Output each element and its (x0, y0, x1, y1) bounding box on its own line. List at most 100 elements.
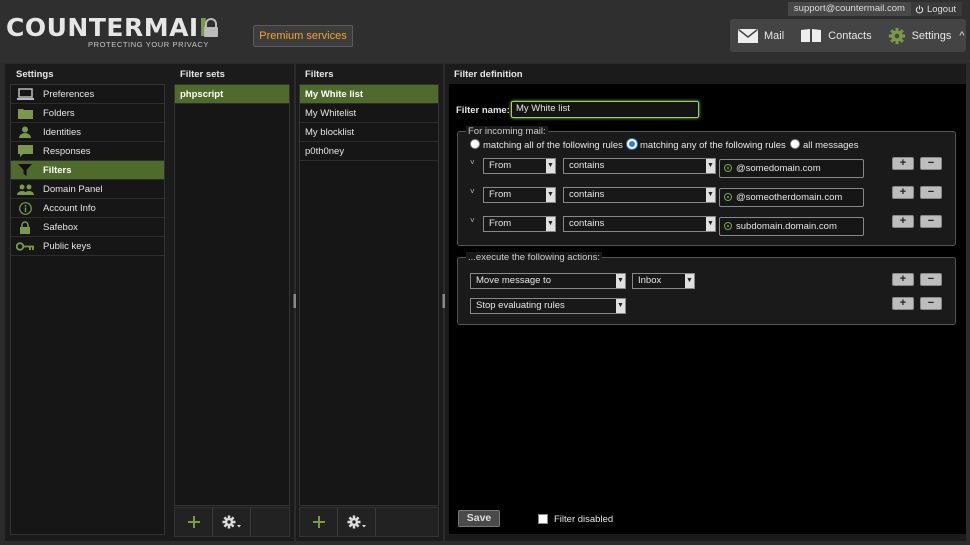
rule-value-input[interactable]: subdomain.domain.com (719, 217, 864, 236)
main-nav: Mail Contacts Settings ^ (730, 19, 966, 52)
action-value: Stop evaluating rules (476, 300, 565, 311)
plus-icon (187, 516, 200, 528)
filter-item[interactable]: My Whitelist (300, 104, 438, 123)
rule-operator-select[interactable]: contains ▼ (563, 187, 716, 203)
remove-action-button[interactable]: − (920, 297, 942, 310)
incoming-mail-legend: For incoming mail: (466, 126, 548, 137)
settings-item-domain-panel[interactable]: Domain Panel (11, 180, 164, 199)
add-filter-set-button[interactable] (175, 508, 213, 536)
rule-operator-select[interactable]: contains ▼ (563, 158, 716, 174)
remove-rule-button[interactable]: − (920, 215, 942, 228)
settings-item-identities[interactable]: Identities (11, 123, 164, 142)
settings-item-label: Safebox (43, 221, 78, 233)
rule-value-input[interactable]: @someotherdomain.com (719, 188, 864, 207)
filter-sets-list: phpscript (174, 84, 290, 506)
settings-item-responses[interactable]: Responses (11, 142, 164, 161)
filter-item[interactable]: p0th0ney (300, 142, 438, 161)
rule-operator-value: contains (569, 218, 605, 229)
logo-tagline: PROTECTING YOUR PRIVACY (88, 40, 210, 49)
settings-item-label: Domain Panel (43, 183, 103, 195)
filter-options-button[interactable] (338, 508, 376, 536)
dropdown-arrow-icon: ▼ (706, 217, 715, 231)
settings-item-label: Identities (43, 126, 82, 138)
rule-field-select[interactable]: From ▼ (483, 187, 556, 203)
lock-icon (20, 220, 30, 234)
logout-button[interactable]: Logout (911, 4, 962, 15)
match-any-radio[interactable] (627, 139, 637, 149)
add-rule-button[interactable]: + (892, 215, 914, 228)
envelope-icon (738, 28, 758, 43)
filter-set-item[interactable]: phpscript (175, 85, 289, 104)
filters-list: My White list My Whitelist My blocklist … (299, 84, 439, 506)
match-all-radio[interactable] (470, 139, 480, 149)
action-target-select[interactable]: Inbox ▼ (632, 273, 695, 289)
nav-mail-label: Mail (764, 29, 785, 42)
nav-mail[interactable]: Mail (730, 19, 792, 52)
rule-field-select[interactable]: From ▼ (483, 158, 556, 174)
dropdown-arrow-icon: ▼ (616, 274, 625, 288)
filters-toolbar (299, 507, 439, 537)
rule-operator-value: contains (569, 160, 605, 171)
filter-sets-title: Filter sets (180, 69, 225, 80)
filter-item[interactable]: My blocklist (300, 123, 438, 142)
filter-definition-title: Filter definition (454, 69, 523, 80)
rule-operator-select[interactable]: contains ▼ (563, 216, 716, 232)
rule-value-text: @somedomain.com (736, 163, 821, 174)
filter-disabled-checkbox[interactable] (538, 514, 548, 524)
nav-contacts[interactable]: Contacts (792, 19, 879, 52)
settings-item-filters[interactable]: Filters (11, 161, 164, 180)
filter-item[interactable]: My White list (300, 85, 438, 104)
countermail-logo[interactable]: COUNTERMAIL PROTECTING YOUR PRIVACY (6, 15, 218, 49)
dropdown-arrow-icon: ▼ (706, 159, 715, 173)
add-action-button[interactable]: + (892, 297, 914, 310)
info-icon (18, 201, 32, 215)
chevron-up-icon[interactable]: ^ (959, 30, 970, 42)
filter-set-options-button[interactable] (213, 508, 251, 536)
rule-value-text: subdomain.domain.com (736, 221, 837, 232)
gear-icon (888, 27, 905, 44)
laptop-icon (16, 88, 34, 100)
dropdown-arrow-icon: ▼ (616, 299, 625, 313)
rule-field-value: From (489, 160, 512, 171)
filter-icon (18, 164, 32, 176)
rule-operator-value: contains (569, 189, 605, 200)
rule-value-text: @someotherdomain.com (736, 192, 843, 203)
gear-dropdown-icon (222, 515, 241, 529)
save-button[interactable]: Save (458, 510, 500, 527)
rule-collapse-chevron-icon[interactable]: ˅ (470, 216, 475, 225)
settings-item-preferences[interactable]: Preferences (11, 85, 164, 104)
remove-rule-button[interactable]: − (920, 157, 942, 170)
address-book-icon (801, 29, 822, 42)
add-action-button[interactable]: + (892, 273, 914, 286)
action-select[interactable]: Stop evaluating rules ▼ (470, 298, 626, 314)
filter-name-input[interactable]: My White list (511, 101, 699, 118)
rule-collapse-chevron-icon[interactable]: ˅ (470, 187, 475, 196)
settings-item-label: Public keys (43, 240, 92, 252)
remove-action-button[interactable]: − (920, 273, 942, 286)
match-all-label[interactable]: matching all of the following rules (483, 140, 623, 151)
remove-rule-button[interactable]: − (920, 186, 942, 199)
account-email[interactable]: support@countermail.com (787, 2, 911, 16)
dropdown-arrow-icon: ▼ (546, 217, 555, 231)
settings-item-folders[interactable]: Folders (11, 104, 164, 123)
filter-name-label: Filter name: (456, 105, 510, 116)
action-select[interactable]: Move message to ▼ (470, 273, 626, 289)
settings-item-public-keys[interactable]: Public keys (11, 237, 164, 256)
match-any-label[interactable]: matching any of the following rules (640, 140, 786, 151)
all-messages-radio[interactable] (790, 139, 800, 149)
add-rule-button[interactable]: + (892, 157, 914, 170)
action-target-value: Inbox (638, 275, 662, 286)
settings-item-account-info[interactable]: Account Info (11, 199, 164, 218)
add-filter-button[interactable] (300, 508, 338, 536)
nav-settings[interactable]: Settings (880, 19, 960, 52)
plus-icon (312, 516, 325, 528)
settings-item-label: Preferences (43, 88, 95, 100)
rule-collapse-chevron-icon[interactable]: ˅ (470, 158, 475, 167)
filter-disabled-label[interactable]: Filter disabled (554, 514, 613, 525)
rule-value-input[interactable]: @somedomain.com (719, 159, 864, 178)
premium-services-button[interactable]: Premium services (253, 25, 353, 47)
all-messages-label[interactable]: all messages (803, 140, 858, 151)
add-rule-button[interactable]: + (892, 186, 914, 199)
rule-field-select[interactable]: From ▼ (483, 216, 556, 232)
settings-item-safebox[interactable]: Safebox (11, 218, 164, 237)
